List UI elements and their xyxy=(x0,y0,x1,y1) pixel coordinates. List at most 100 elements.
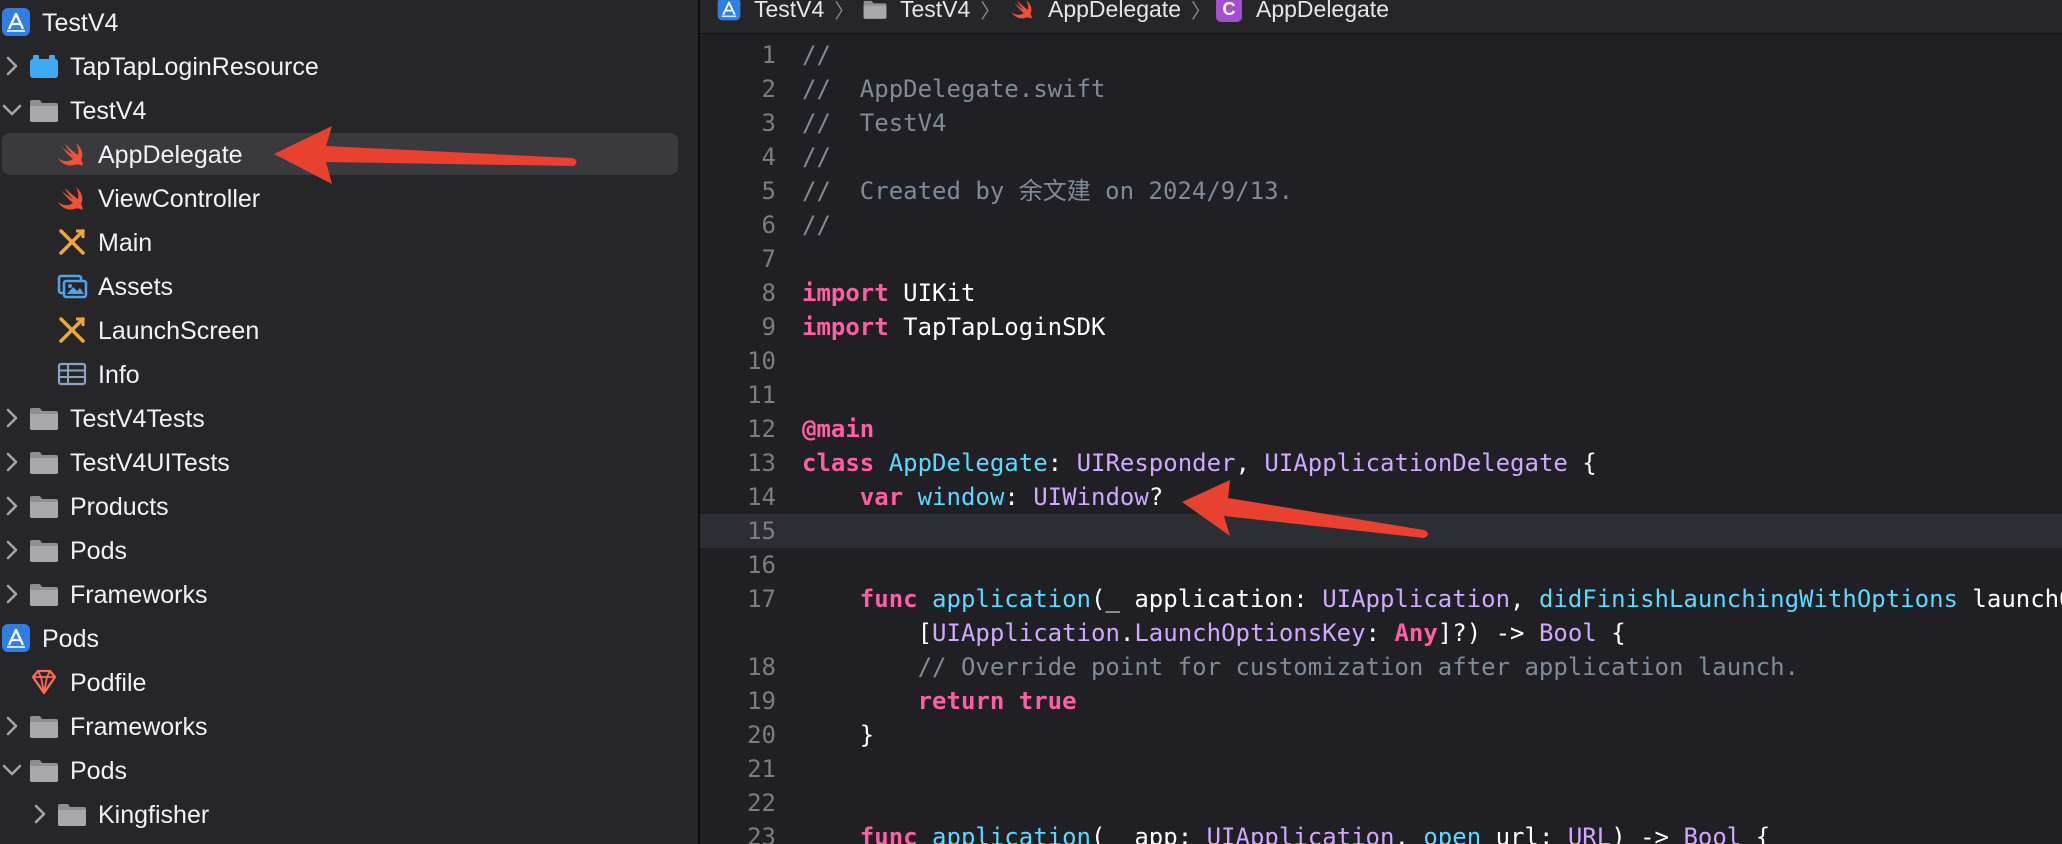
storyboard-icon xyxy=(56,315,88,345)
line-number: 20 xyxy=(747,721,776,749)
code-token-plain: { xyxy=(1596,619,1626,647)
code-line-17[interactable]: 17 func application(_ application: UIApp… xyxy=(700,582,2062,616)
navigator-row-pods[interactable]: Pods xyxy=(0,528,698,572)
navigator-item-label: Podfile xyxy=(70,669,147,697)
navigator-row-podfile[interactable]: Podfile xyxy=(0,660,698,704)
chevron-down-icon[interactable] xyxy=(2,758,22,782)
code-text: func application(_ application: UIApplic… xyxy=(802,582,2062,616)
code-area[interactable]: 1 // 2 // AppDelegate.swift 3 // TestV4 4 // 5 //… xyxy=(700,38,2062,844)
chevron-right-icon[interactable] xyxy=(2,406,22,430)
folder-icon xyxy=(28,711,60,741)
navigator-row-frameworks[interactable]: Frameworks xyxy=(0,704,698,748)
jumpbar-crumb[interactable]: C AppDelegate xyxy=(1216,0,1389,24)
code-text: func application(_ app: UIApplication, o… xyxy=(802,820,1770,844)
annotation-arrow-code xyxy=(1182,480,1428,538)
jumpbar-crumb-label: AppDelegate xyxy=(1256,0,1389,22)
chevron-right-icon[interactable] xyxy=(2,450,22,474)
code-line-10[interactable]: 10 xyxy=(700,344,2062,378)
code-line-1[interactable]: 1 // xyxy=(700,38,2062,72)
swift-icon xyxy=(1010,0,1036,22)
jumpbar-crumb[interactable]: AppDelegate 〉 xyxy=(1010,0,1211,24)
code-token-plain: ]?) -> xyxy=(1437,619,1539,647)
code-line-9[interactable]: 9 import TapTapLoginSDK xyxy=(700,310,2062,344)
code-text: // TestV4 xyxy=(802,106,947,140)
code-token-comment: // xyxy=(802,143,831,171)
chevron-down-icon[interactable] xyxy=(2,98,22,122)
line-number: 1 xyxy=(761,41,776,69)
code-line-16[interactable]: 16 xyxy=(700,548,2062,582)
code-line-4[interactable]: 4 // xyxy=(700,140,2062,174)
code-line-11[interactable]: 11 xyxy=(700,378,2062,412)
chevron-right-icon[interactable] xyxy=(2,538,22,562)
code-line-3[interactable]: 3 // TestV4 xyxy=(700,106,2062,140)
navigator-item-label: Frameworks xyxy=(70,713,208,741)
code-line-19[interactable]: 19 return true xyxy=(700,684,2062,718)
code-line-23[interactable]: 23 func application(_ app: UIApplication… xyxy=(700,820,2062,844)
code-token-plain: UIKit xyxy=(888,279,976,307)
code-text: } xyxy=(802,718,874,752)
folder-icon xyxy=(56,799,88,829)
code-line-5[interactable]: 5 // Created by 余文建 on 2024/9/13. xyxy=(700,174,2062,208)
source-editor[interactable]: TestV4 〉 TestV4 〉 AppDelegate 〉 C AppDelegate 1… xyxy=(700,0,2062,844)
code-line-6[interactable]: 6 // xyxy=(700,208,2062,242)
code-line-2[interactable]: 2 // AppDelegate.swift xyxy=(700,72,2062,106)
code-text: // Override point for customization afte… xyxy=(802,650,1799,684)
code-token-plain: launchOptions: xyxy=(1972,585,2062,613)
chevron-right-icon[interactable] xyxy=(2,54,22,78)
navigator-row-main[interactable]: Main xyxy=(0,220,698,264)
annotation-arrow-navigator xyxy=(274,126,577,184)
line-number: 10 xyxy=(747,347,776,375)
line-number: 16 xyxy=(747,551,776,579)
code-token-comment: // TestV4 xyxy=(802,109,947,137)
code-token-plain: { xyxy=(1741,823,1771,844)
navigator-item-label: Main xyxy=(98,229,153,257)
code-line-continuation[interactable]: [UIApplication.LaunchOptionsKey: Any]?) … xyxy=(700,616,2062,650)
chevron-right-icon[interactable] xyxy=(2,714,22,738)
code-token-type: LaunchOptionsKey xyxy=(1134,619,1366,647)
line-number: 19 xyxy=(747,687,776,715)
code-token-plain: (_ application: xyxy=(1091,585,1323,613)
navigator-row-testv4uitests[interactable]: TestV4UITests xyxy=(0,440,698,484)
code-line-8[interactable]: 8 import UIKit xyxy=(700,276,2062,310)
code-line-18[interactable]: 18 // Override point for customization a… xyxy=(700,650,2062,684)
navigator-row-assets[interactable]: Assets xyxy=(0,264,698,308)
chevron-right-icon[interactable] xyxy=(2,494,22,518)
code-line-7[interactable]: 7 xyxy=(700,242,2062,276)
code-line-20[interactable]: 20 } xyxy=(700,718,2062,752)
navigator-row-frameworks[interactable]: Frameworks xyxy=(0,572,698,616)
navigator-row-testv4[interactable]: TestV4 xyxy=(0,0,698,44)
navigator-item-label: Pods xyxy=(42,625,99,653)
jumpbar-crumb[interactable]: TestV4 〉 xyxy=(862,0,1000,24)
chevron-right-icon[interactable] xyxy=(2,582,22,606)
code-token-plain: . xyxy=(1119,619,1135,647)
code-line-22[interactable]: 22 xyxy=(700,786,2062,820)
jump-bar: TestV4 〉 TestV4 〉 AppDelegate 〉 C AppDelegate xyxy=(700,0,2062,34)
code-token-type: Bool xyxy=(1538,619,1597,647)
navigator-row-products[interactable]: Products xyxy=(0,484,698,528)
navigator-row-info[interactable]: Info xyxy=(0,352,698,396)
code-token-kw: func xyxy=(859,823,918,844)
code-token-decl: window xyxy=(917,483,1005,511)
folder-icon xyxy=(28,403,60,433)
jumpbar-crumb[interactable]: TestV4 〉 xyxy=(716,0,854,24)
storyboard-icon xyxy=(56,227,88,257)
navigator-row-testv4tests[interactable]: TestV4Tests xyxy=(0,396,698,440)
navigator-item-label: Products xyxy=(70,493,169,521)
navigator-row-kingfisher[interactable]: Kingfisher xyxy=(0,792,698,836)
navigator-row-pods[interactable]: Pods xyxy=(0,748,698,792)
line-number: 6 xyxy=(761,211,776,239)
code-token-plain: , xyxy=(1510,585,1539,613)
jumpbar-crumb-label: TestV4 xyxy=(900,0,971,22)
navigator-row-taptaploginresource[interactable]: TapTapLoginResource xyxy=(0,44,698,88)
navigator-row-launchscreen[interactable]: LaunchScreen xyxy=(0,308,698,352)
navigator-row-pods[interactable]: Pods xyxy=(0,616,698,660)
line-number: 8 xyxy=(761,279,776,307)
code-token-plain: ) -> xyxy=(1611,823,1684,844)
navigator-item-label: Frameworks xyxy=(70,581,208,609)
code-line-21[interactable]: 21 xyxy=(700,752,2062,786)
line-number: 18 xyxy=(747,653,776,681)
chevron-right-icon[interactable] xyxy=(30,802,50,826)
code-line-12[interactable]: 12 @main xyxy=(700,412,2062,446)
code-token-plain: ? xyxy=(1148,483,1164,511)
